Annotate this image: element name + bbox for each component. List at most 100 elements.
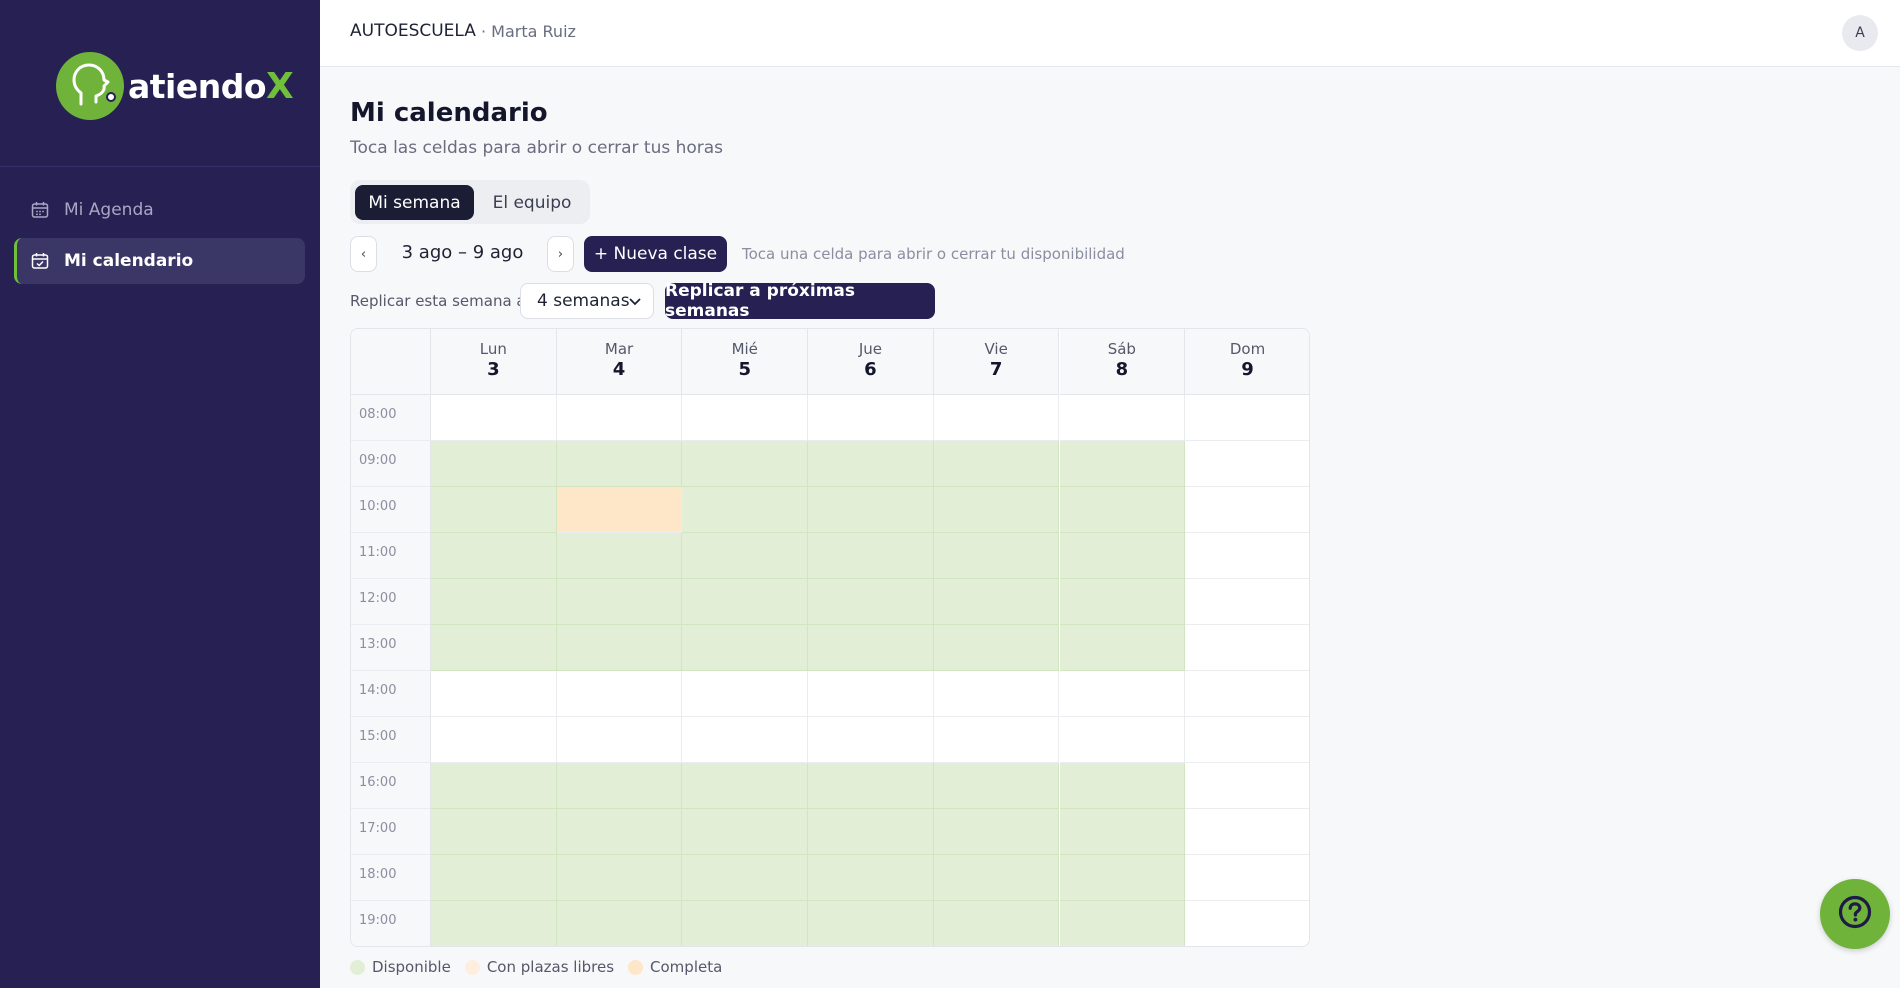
brand-logo[interactable]: atiendoX (56, 52, 294, 120)
slot-cell[interactable] (1185, 763, 1309, 809)
new-class-button[interactable]: + Nueva clase (584, 236, 727, 272)
slot-cell[interactable] (808, 395, 934, 441)
slot-cell[interactable] (1059, 809, 1186, 855)
slot-cell[interactable] (431, 625, 557, 671)
slot-cell[interactable] (682, 671, 809, 717)
slot-cell[interactable] (808, 763, 934, 809)
slot-cell[interactable] (933, 533, 1060, 579)
slot-cell[interactable] (431, 395, 557, 441)
slot-cell[interactable] (682, 579, 809, 625)
time-label: 19:00 (351, 901, 431, 946)
slot-cell[interactable] (431, 533, 557, 579)
slot-cell[interactable] (808, 671, 934, 717)
slot-cell[interactable] (556, 763, 683, 809)
sidebar-item-mi-agenda[interactable]: Mi Agenda (14, 187, 305, 233)
slot-cell[interactable] (682, 625, 809, 671)
slot-cell[interactable] (1185, 533, 1309, 579)
slot-cell[interactable] (1185, 671, 1309, 717)
slot-cell[interactable] (1185, 395, 1309, 441)
slot-cell[interactable] (808, 625, 934, 671)
avatar[interactable]: A (1842, 15, 1878, 51)
slot-cell[interactable] (556, 671, 683, 717)
slot-cell[interactable] (933, 855, 1060, 901)
slot-cell[interactable] (1185, 855, 1309, 901)
slot-cell[interactable] (556, 441, 683, 487)
help-button[interactable] (1820, 879, 1890, 949)
slot-cell[interactable] (1059, 533, 1186, 579)
slot-cell[interactable] (556, 855, 683, 901)
slot-cell[interactable] (1059, 671, 1186, 717)
slot-cell[interactable] (1185, 901, 1309, 946)
slot-cell[interactable] (1059, 717, 1186, 763)
slot-cell[interactable] (682, 809, 809, 855)
slot-cell[interactable] (682, 533, 809, 579)
time-column-header (351, 329, 431, 395)
day-name: Mar (604, 340, 634, 358)
slot-cell[interactable] (556, 809, 683, 855)
sidebar-item-mi-calendario[interactable]: Mi calendario (14, 238, 305, 284)
replicate-weeks-select[interactable]: 4 semanas (520, 283, 654, 319)
slot-cell[interactable] (1059, 487, 1186, 533)
slot-cell[interactable] (682, 441, 809, 487)
slot-cell[interactable] (1059, 625, 1186, 671)
slot-cell[interactable] (682, 763, 809, 809)
slot-cell[interactable] (1185, 441, 1309, 487)
slot-cell[interactable] (933, 717, 1060, 763)
slot-cell[interactable] (933, 395, 1060, 441)
slot-cell[interactable] (933, 625, 1060, 671)
slot-cell[interactable] (431, 487, 557, 533)
slot-cell[interactable] (1059, 763, 1186, 809)
slot-cell[interactable] (1185, 625, 1309, 671)
slot-cell[interactable] (682, 487, 809, 533)
prev-week-button[interactable]: ‹ (350, 236, 377, 272)
slot-cell[interactable] (556, 487, 683, 533)
slot-cell[interactable] (1185, 487, 1309, 533)
slot-cell[interactable] (808, 579, 934, 625)
slot-cell[interactable] (431, 901, 557, 946)
slot-cell[interactable] (933, 901, 1060, 946)
replicate-button[interactable]: Replicar a próximas semanas (665, 281, 935, 321)
sidebar: atiendoX Mi Agenda Mi calendario (0, 0, 320, 988)
slot-cell[interactable] (431, 579, 557, 625)
tab-mi-semana[interactable]: Mi semana (355, 185, 474, 220)
slot-cell[interactable] (808, 809, 934, 855)
slot-cell[interactable] (682, 901, 809, 946)
slot-cell[interactable] (556, 395, 683, 441)
slot-cell[interactable] (808, 533, 934, 579)
slot-cell[interactable] (431, 671, 557, 717)
slot-cell[interactable] (556, 717, 683, 763)
slot-cell[interactable] (1185, 579, 1309, 625)
slot-cell[interactable] (808, 855, 934, 901)
tab-el-equipo[interactable]: El equipo (478, 185, 586, 220)
slot-cell[interactable] (933, 441, 1060, 487)
slot-cell[interactable] (1185, 717, 1309, 763)
slot-cell[interactable] (1059, 579, 1186, 625)
slot-cell[interactable] (808, 901, 934, 946)
slot-cell[interactable] (808, 717, 934, 763)
slot-cell[interactable] (808, 441, 934, 487)
slot-cell[interactable] (556, 533, 683, 579)
slot-cell[interactable] (933, 671, 1060, 717)
slot-cell[interactable] (556, 901, 683, 946)
slot-cell[interactable] (933, 763, 1060, 809)
slot-cell[interactable] (933, 579, 1060, 625)
slot-cell[interactable] (431, 809, 557, 855)
slot-cell[interactable] (1185, 809, 1309, 855)
slot-cell[interactable] (1059, 395, 1186, 441)
slot-cell[interactable] (933, 487, 1060, 533)
slot-cell[interactable] (1059, 855, 1186, 901)
slot-cell[interactable] (431, 763, 557, 809)
slot-cell[interactable] (682, 855, 809, 901)
slot-cell[interactable] (431, 717, 557, 763)
slot-cell[interactable] (556, 579, 683, 625)
slot-cell[interactable] (431, 441, 557, 487)
next-week-button[interactable]: › (547, 236, 574, 272)
slot-cell[interactable] (1059, 901, 1186, 946)
slot-cell[interactable] (808, 487, 934, 533)
slot-cell[interactable] (556, 625, 683, 671)
slot-cell[interactable] (682, 395, 809, 441)
slot-cell[interactable] (1059, 441, 1186, 487)
slot-cell[interactable] (431, 855, 557, 901)
slot-cell[interactable] (682, 717, 809, 763)
slot-cell[interactable] (933, 809, 1060, 855)
